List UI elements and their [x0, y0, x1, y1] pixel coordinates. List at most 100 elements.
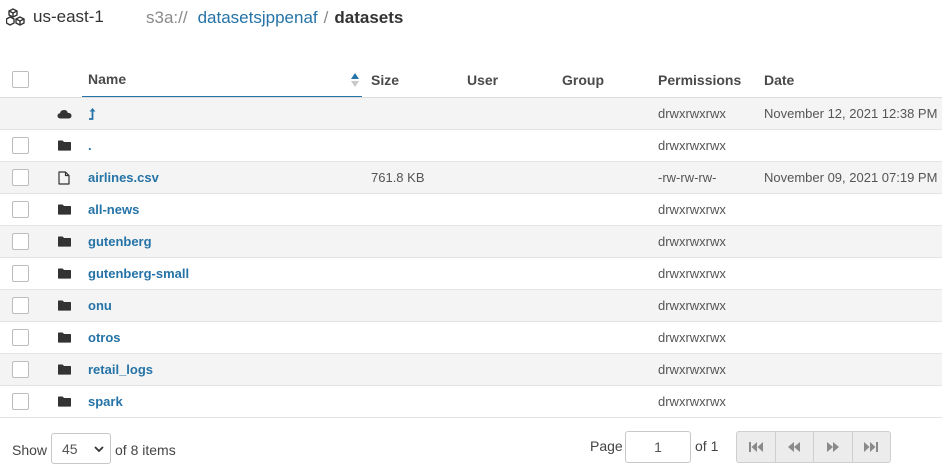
page-number-input[interactable]: [625, 431, 691, 463]
row-checkbox[interactable]: [12, 393, 29, 410]
show-label: Show: [12, 442, 48, 458]
column-header-permissions[interactable]: Permissions: [658, 62, 741, 97]
file-permissions: drwxrwxrwx: [658, 266, 726, 281]
file-date: November 09, 2021 07:19 PM: [764, 170, 938, 185]
folder-icon: [56, 194, 72, 225]
previous-page-icon: [788, 442, 801, 452]
table-footer: Show 45 of 8 items Page of 1: [0, 418, 942, 468]
table-row[interactable]: spark drwxrwxrwx: [0, 386, 942, 418]
last-page-button[interactable]: [853, 432, 891, 462]
row-checkbox[interactable]: [12, 265, 29, 282]
level-up-icon: [89, 108, 96, 120]
row-select-cell: [12, 265, 29, 282]
file-name-link[interactable]: .: [88, 130, 92, 161]
parent-folder-link[interactable]: [88, 98, 97, 129]
row-select-cell: [12, 233, 29, 250]
file-name-link[interactable]: gutenberg: [88, 226, 152, 257]
row-select-cell: [12, 329, 29, 346]
file-permissions: drwxrwxrwx: [658, 330, 726, 345]
table-row[interactable]: gutenberg-small drwxrwxrwx: [0, 258, 942, 290]
file-permissions: -rw-rw-rw-: [658, 170, 717, 185]
row-checkbox[interactable]: [12, 137, 29, 154]
file-name-link[interactable]: spark: [88, 386, 123, 417]
column-header-size[interactable]: Size: [371, 62, 399, 97]
row-select-cell: [12, 137, 29, 154]
next-page-button[interactable]: [814, 432, 853, 462]
select-all-cell: [12, 71, 29, 88]
breadcrumb-current-folder: datasets: [334, 8, 404, 27]
previous-page-button[interactable]: [776, 432, 814, 462]
header-bar: us-east-1 s3a:// datasetsjppenaf / datas…: [0, 0, 942, 36]
select-all-checkbox[interactable]: [12, 71, 29, 88]
table-row[interactable]: otros drwxrwxrwx: [0, 322, 942, 354]
folder-icon: [56, 290, 72, 321]
file-permissions: drwxrwxrwx: [658, 234, 726, 249]
folder-icon: [56, 258, 72, 289]
file-date: November 12, 2021 12:38 PM: [764, 106, 938, 121]
first-page-icon: [748, 442, 763, 452]
breadcrumb-bucket-link[interactable]: datasetsjppenaf: [198, 8, 318, 28]
item-count-label: of 8 items: [115, 442, 176, 458]
file-permissions: drwxrwxrwx: [658, 298, 726, 313]
row-checkbox[interactable]: [12, 361, 29, 378]
row-select-cell: [12, 393, 29, 410]
last-page-icon: [864, 442, 879, 452]
file-permissions: drwxrwxrwx: [658, 362, 726, 377]
table-row[interactable]: all-news drwxrwxrwx: [0, 194, 942, 226]
breadcrumb-scheme: s3a://: [146, 8, 188, 27]
folder-icon: [56, 322, 72, 353]
row-checkbox[interactable]: [12, 201, 29, 218]
file-name-link[interactable]: gutenberg-small: [88, 258, 189, 289]
column-header-user[interactable]: User: [467, 62, 498, 97]
cloud-icon: [56, 98, 72, 129]
pagination-controls: [736, 431, 891, 463]
file-name-link[interactable]: all-news: [88, 194, 139, 225]
page-label: Page: [590, 438, 623, 454]
file-permissions: drwxrwxrwx: [658, 138, 726, 153]
cubes-icon: [6, 8, 25, 26]
breadcrumb-separator: /: [323, 8, 329, 27]
folder-icon: [56, 226, 72, 257]
page-size-value: 45: [62, 440, 78, 457]
column-header-name[interactable]: Name: [82, 62, 362, 97]
table-row[interactable]: . drwxrwxrwx: [0, 130, 942, 162]
table-row[interactable]: onu drwxrwxrwx: [0, 290, 942, 322]
table-row[interactable]: retail_logs drwxrwxrwx: [0, 354, 942, 386]
region-label: us-east-1: [33, 7, 104, 26]
next-page-icon: [826, 442, 839, 452]
column-header-name-label: Name: [88, 71, 127, 87]
file-size: 761.8 KB: [371, 170, 425, 185]
file-name-link[interactable]: airlines.csv: [88, 162, 159, 193]
row-checkbox[interactable]: [12, 329, 29, 346]
row-select-cell: [12, 169, 29, 186]
file-icon: [56, 162, 72, 193]
table-row[interactable]: airlines.csv 761.8 KB -rw-rw-rw- November 0…: [0, 162, 942, 194]
file-permissions: drwxrwxrwx: [658, 202, 726, 217]
file-name-link[interactable]: onu: [88, 290, 112, 321]
table-header: Name Size User Group Permissions Date: [0, 62, 942, 98]
file-permissions: drwxrwxrwx: [658, 106, 726, 121]
row-checkbox[interactable]: [12, 297, 29, 314]
table-row[interactable]: gutenberg drwxrwxrwx: [0, 226, 942, 258]
row-select-cell: [12, 297, 29, 314]
column-header-date[interactable]: Date: [764, 62, 794, 97]
row-checkbox[interactable]: [12, 169, 29, 186]
sort-ascending-icon: [351, 73, 359, 87]
chevron-down-icon: [94, 446, 104, 453]
breadcrumb: s3a:// datasetsjppenaf / datasets: [146, 6, 403, 30]
row-select-cell: [12, 201, 29, 218]
table-row[interactable]: drwxrwxrwx November 12, 2021 12:38 PM: [0, 98, 942, 130]
column-header-group[interactable]: Group: [562, 62, 604, 97]
folder-icon: [56, 386, 72, 417]
region-indicator: us-east-1: [6, 6, 104, 28]
folder-icon: [56, 354, 72, 385]
row-checkbox[interactable]: [12, 233, 29, 250]
file-name-link[interactable]: retail_logs: [88, 354, 153, 385]
page-size-select[interactable]: 45: [51, 433, 111, 464]
file-permissions: drwxrwxrwx: [658, 394, 726, 409]
first-page-button[interactable]: [737, 432, 776, 462]
page-count-label: of 1: [695, 438, 719, 454]
folder-icon: [56, 130, 72, 161]
row-select-cell: [12, 361, 29, 378]
file-name-link[interactable]: otros: [88, 322, 121, 353]
